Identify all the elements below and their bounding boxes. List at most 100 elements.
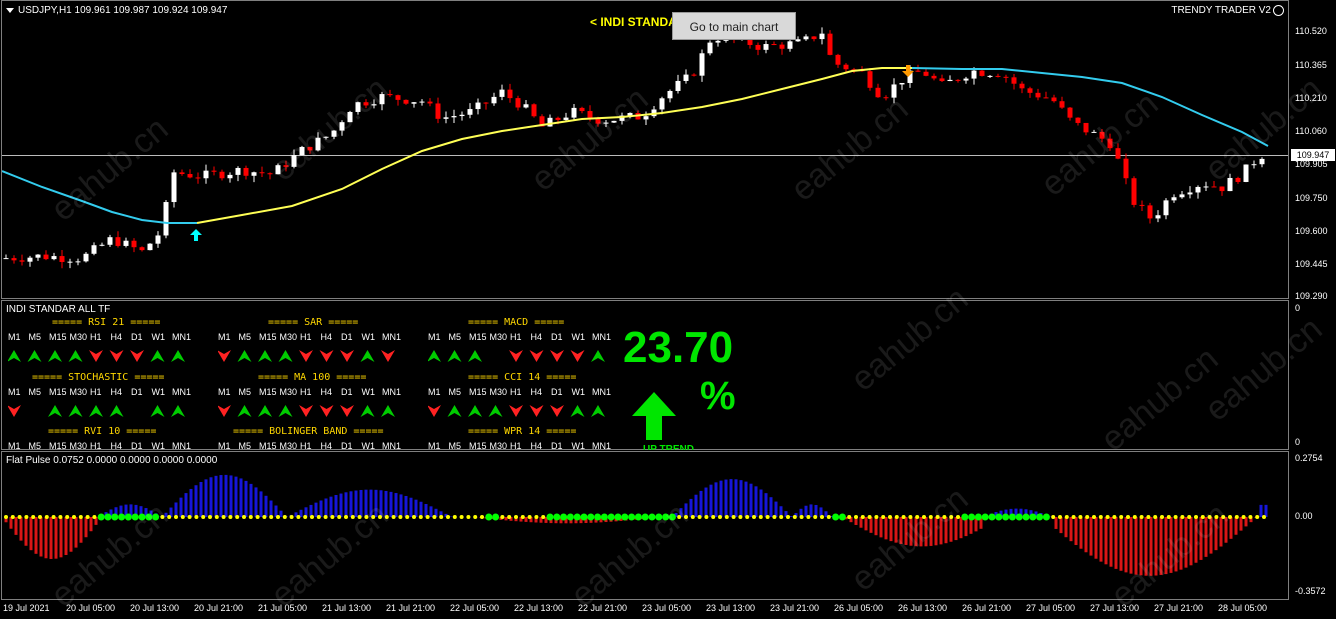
pulse-bar [214,475,218,517]
candle-body [707,42,713,54]
pulse-bar [759,489,763,517]
pulse-dot [881,515,886,519]
timeframe-label: H4 [320,441,333,450]
down-arrow-icon [340,350,354,362]
pulse-dot [573,513,581,521]
pulse-dot [1180,515,1185,519]
timeframe-label: MN1 [592,332,612,342]
pulse-dot [1098,515,1103,519]
down-arrow-icon [529,405,544,417]
dropdown-triangle-icon[interactable] [6,7,14,13]
time-tick: 19 Jul 2021 [3,603,50,613]
pulse-dot [854,515,858,519]
pulse-dot [1002,513,1010,521]
pulse-dot [867,515,872,519]
timeframe-label: M5 [28,387,42,397]
candle-body [283,165,289,167]
down-arrow-icon [299,350,313,362]
candle-body [1243,164,1249,182]
up-arrow-icon [27,350,42,362]
candle-body [1011,77,1017,84]
candle-body [771,44,777,46]
fast-ma-line [196,67,912,224]
candle-body [835,54,841,65]
pulse-dot [160,515,165,519]
pulse-bar [429,506,433,517]
price-tick: 110.365 [1295,60,1327,70]
pulse-dot [1262,515,1266,519]
candle-body [579,107,585,112]
candle-body [563,117,569,120]
pulse-dot [901,515,906,519]
candle-body [155,235,161,244]
symbol-info[interactable]: USDJPY,H1 109.961 109.987 109.924 109.94… [6,5,227,16]
pulse-bar [384,490,388,517]
pulse-dot [894,515,899,519]
pulse-dot [235,515,240,519]
candle-body [1155,215,1161,219]
pulse-dot [731,515,736,519]
indi-panel-name: INDI STANDAR ALL TF [6,304,111,315]
signal-arrows [428,405,605,417]
pulse-dot [915,515,920,519]
pulse-dot [1221,515,1226,519]
time-tick: 21 Jul 05:00 [258,603,308,613]
pulse-dot [942,515,947,519]
pulse-bar [379,490,383,517]
pulse-bar [364,489,368,517]
candle-body [379,94,385,105]
pulse-dot [500,515,505,519]
timeframe-label: D1 [131,332,143,342]
pulse-dot [38,515,42,519]
pulse-bar [89,517,93,532]
up-arrow-icon [237,350,252,362]
pulse-bar [1144,517,1148,576]
pulse-dot [594,513,602,521]
pulse-bar [1239,517,1243,531]
pulse-bar [1164,517,1168,575]
signal-arrows [218,350,395,362]
pulse-dot [1200,515,1205,519]
candle-body [315,137,321,151]
up-arrow-icon [171,405,185,417]
candle-body [979,70,985,76]
candle-body [1091,131,1097,133]
pulse-dot [289,515,294,519]
timeframe-row: M1 M5 M15 M30 H1 H4 D1 W1 MN1 [428,332,613,342]
pulse-bar [1194,517,1198,563]
main-chart-panel[interactable]: USDJPY,H1 109.961 109.987 109.924 109.94… [1,0,1289,299]
pulse-dot [718,515,722,519]
candle-body [475,102,481,110]
candle-body [675,80,681,91]
pulse-dot [44,515,49,519]
pulse-bar [1199,517,1203,560]
candle-body [515,98,521,108]
candle-body [51,256,57,260]
down-arrow-icon [550,405,564,417]
go-to-main-chart-tooltip[interactable]: Go to main chart [672,12,796,40]
pulse-bar [1074,517,1078,546]
down-arrow-icon [381,350,395,362]
timeframe-label: M5 [448,441,462,450]
pulse-bar [409,497,413,517]
pulse-bar [174,502,178,517]
pulse-dot [745,515,750,519]
time-tick: 20 Jul 21:00 [194,603,244,613]
pulse-bar [234,476,238,517]
pulse-dot [779,515,784,519]
timeframe-label: H4 [110,387,123,397]
time-tick: 22 Jul 13:00 [514,603,564,613]
indicator-group-title: ===== MACD ===== [468,317,565,328]
pulse-dot [152,513,160,521]
up-arrow-icon [488,405,503,417]
pulse-bar [244,480,248,517]
up-trend-arrow-icon [632,392,676,440]
candle-body [947,79,953,82]
timeframe-label: M15 [469,387,487,397]
up-arrow-icon [109,405,124,417]
pulse-bars [4,474,1268,576]
pulse-bar [684,503,688,517]
flat-pulse-panel[interactable]: Flat Pulse 0.0752 0.0000 0.0000 0.0000 0… [1,451,1289,600]
pulse-bar [1114,517,1118,569]
pulse-bar [894,517,898,543]
